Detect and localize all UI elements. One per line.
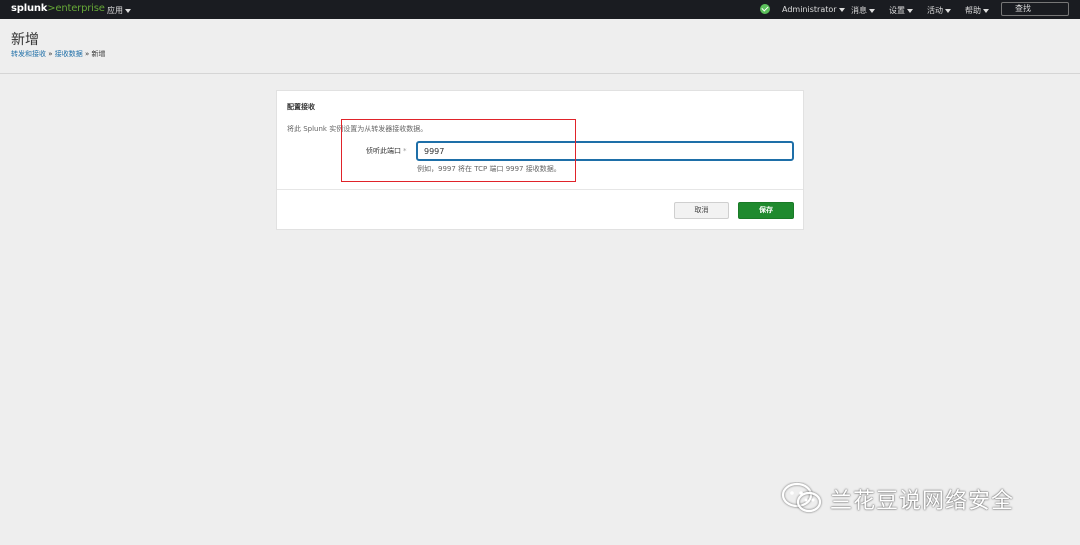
page-header: 新增 转发和接收 » 接收数据 » 新增	[0, 19, 1080, 74]
user-menu[interactable]: Administrator	[782, 5, 845, 14]
chevron-down-icon	[945, 8, 951, 13]
breadcrumb-separator: »	[48, 50, 53, 58]
logo-product: enterprise	[55, 3, 105, 14]
health-status-icon[interactable]	[760, 4, 770, 14]
top-bar: splunk>enterprise 应用 Administrator 消息 设置…	[0, 0, 1080, 19]
chevron-down-icon	[838, 7, 845, 12]
activity-menu[interactable]: 活动	[927, 5, 951, 16]
breadcrumb: 转发和接收 » 接收数据 » 新增	[11, 49, 106, 59]
port-field-label: 侦听此端口 *	[366, 146, 407, 156]
search-button-label: 查找	[1015, 4, 1031, 13]
port-help-text: 例如，9997 将在 TCP 端口 9997 接收数据。	[417, 165, 561, 173]
user-menu-label: Administrator	[782, 5, 837, 14]
configure-receiving-panel: 配置接收 将此 Splunk 实例设置为从转发器接收数据。 侦听此端口* 例如，…	[276, 90, 804, 230]
search-button[interactable]: 查找	[1001, 2, 1069, 16]
settings-menu-label: 设置	[889, 6, 905, 15]
help-menu[interactable]: 帮助	[965, 5, 989, 16]
page-title: 新增	[11, 32, 39, 48]
wechat-icon	[781, 482, 822, 513]
required-marker: *	[403, 147, 407, 155]
breadcrumb-separator: »	[85, 50, 90, 58]
section-description: 将此 Splunk 实例设置为从转发器接收数据。	[287, 125, 428, 133]
save-button[interactable]: 保存	[738, 202, 794, 219]
chevron-down-icon	[869, 8, 875, 13]
chevron-down-icon	[125, 8, 131, 13]
messages-menu[interactable]: 消息	[851, 5, 875, 16]
apps-menu-label: 应用	[107, 6, 123, 15]
chevron-down-icon	[983, 8, 989, 13]
splunk-logo[interactable]: splunk>enterprise	[11, 3, 105, 14]
section-title: 配置接收	[287, 103, 315, 111]
breadcrumb-current: 新增	[91, 50, 106, 58]
breadcrumb-forwarding-receiving[interactable]: 转发和接收	[11, 50, 46, 58]
logo-main: splunk	[11, 3, 48, 14]
cancel-button[interactable]: 取消	[674, 202, 729, 219]
settings-menu[interactable]: 设置	[889, 5, 913, 16]
divider	[277, 189, 803, 190]
port-label-text: 侦听此端口	[366, 147, 401, 155]
port-input[interactable]	[416, 141, 794, 161]
activity-menu-label: 活动	[927, 6, 943, 15]
breadcrumb-receive-data[interactable]: 接收数据	[55, 50, 83, 58]
apps-menu[interactable]: 应用	[107, 5, 131, 16]
chevron-down-icon	[907, 8, 913, 13]
help-menu-label: 帮助	[965, 6, 981, 15]
messages-menu-label: 消息	[851, 6, 867, 15]
watermark-text: 兰花豆说网络安全	[830, 489, 1015, 514]
